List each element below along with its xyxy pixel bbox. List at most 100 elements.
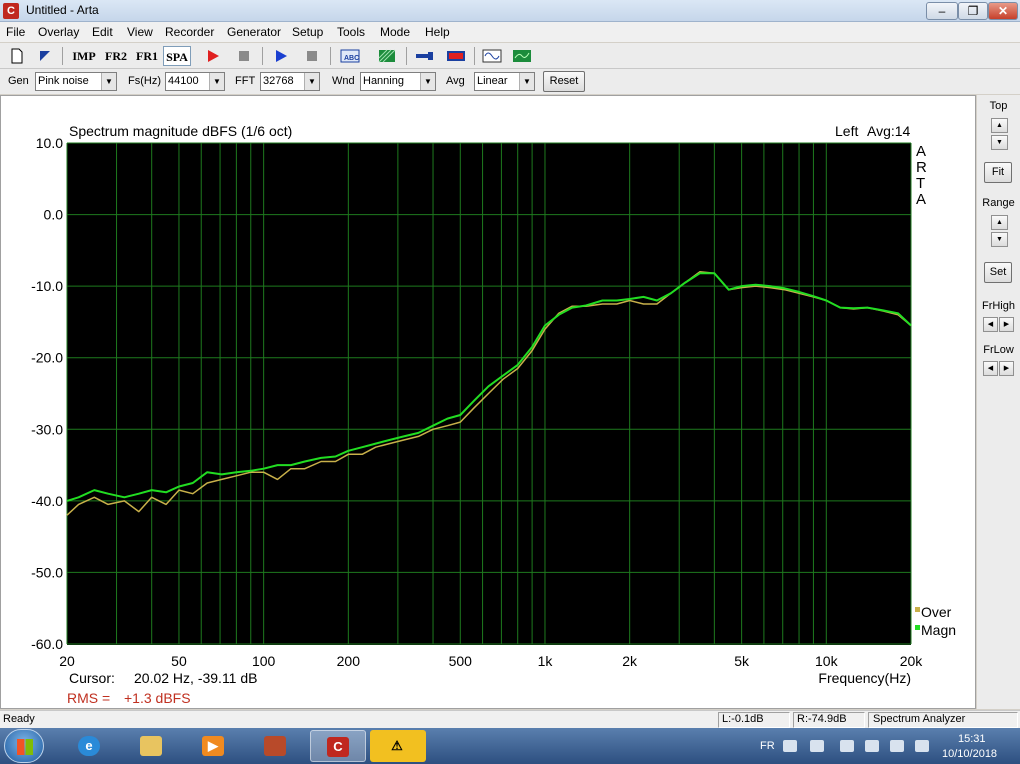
- menu-overlay[interactable]: Overlay: [38, 25, 79, 39]
- cursor-label: Cursor:: [69, 670, 115, 686]
- top-label: Top: [989, 100, 1008, 112]
- menu-edit[interactable]: Edit: [92, 25, 113, 39]
- frhigh-right-button[interactable]: ▶: [999, 317, 1014, 332]
- y-tick-label: -10.0: [31, 278, 63, 294]
- wnd-value: Hanning: [363, 75, 404, 87]
- record-icon[interactable]: [202, 46, 224, 66]
- sine-icon[interactable]: [480, 46, 504, 66]
- legend-label-magn: Magn: [921, 622, 956, 638]
- chevron-down-icon[interactable]: ▼: [101, 73, 116, 90]
- language-indicator[interactable]: FR: [760, 740, 775, 752]
- start-button[interactable]: [4, 729, 44, 763]
- hatch-icon[interactable]: [375, 46, 399, 66]
- toolbox-icon: [264, 736, 286, 756]
- media-player-icon: ▶: [202, 736, 224, 756]
- toolbar-separator: [474, 47, 475, 65]
- taskbar-tool[interactable]: [248, 730, 304, 762]
- wnd-label: Wnd: [332, 75, 355, 87]
- spectrum-chart[interactable]: 20 50 100 200 500 1k 2k 5k 10k 20k 10.0 0.0 -10.0 -2…: [1, 96, 975, 708]
- chevron-down-icon[interactable]: ▼: [420, 73, 435, 90]
- taskbar-media-player[interactable]: ▶: [186, 730, 242, 762]
- spa-mode-button[interactable]: SPA: [163, 46, 191, 66]
- clock-date[interactable]: 10/10/2018: [942, 748, 997, 760]
- taskbar-explorer[interactable]: [124, 730, 180, 762]
- watermark-a2: A: [916, 191, 926, 208]
- display-icon[interactable]: [890, 740, 904, 752]
- generator-icon[interactable]: [413, 46, 437, 66]
- keyboard-icon[interactable]: [783, 740, 797, 752]
- network-icon[interactable]: [810, 740, 824, 752]
- y-tick-label: -60.0: [31, 636, 63, 652]
- watermark-a1: A: [916, 143, 926, 160]
- level-icon[interactable]: [444, 46, 468, 66]
- arta-app-icon[interactable]: C: [3, 3, 19, 19]
- volume-icon[interactable]: [915, 740, 929, 752]
- toolbar-separator: [62, 47, 63, 65]
- x-tick-label: 50: [171, 653, 187, 669]
- x-tick-labels: 20 50 100 200 500 1k 2k 5k 10k 20k: [59, 653, 923, 669]
- meter-icon[interactable]: [510, 46, 534, 66]
- impulse-mode-button[interactable]: IMP: [70, 46, 98, 66]
- x-tick-label: 20: [59, 653, 75, 669]
- menu-generator[interactable]: Generator: [227, 25, 281, 39]
- y-tick-label: -20.0: [31, 350, 63, 366]
- rms-label: RMS =: [67, 690, 110, 706]
- chevron-down-icon[interactable]: ▼: [304, 73, 319, 90]
- fs-label: Fs(Hz): [128, 75, 161, 87]
- x-tick-label: 100: [252, 653, 276, 669]
- clock-time[interactable]: 15:31: [958, 733, 986, 745]
- menu-file[interactable]: File: [6, 25, 25, 39]
- new-file-icon[interactable]: [6, 46, 28, 66]
- set-button[interactable]: Set: [984, 262, 1012, 283]
- fft-select[interactable]: 32768 ▼: [260, 72, 320, 91]
- range-up-button[interactable]: ▲: [991, 215, 1008, 230]
- wnd-select[interactable]: Hanning ▼: [360, 72, 436, 91]
- y-tick-label: 0.0: [44, 207, 64, 223]
- menu-help[interactable]: Help: [425, 25, 450, 39]
- frhigh-left-button[interactable]: ◀: [983, 317, 998, 332]
- fs-select[interactable]: 44100 ▼: [165, 72, 225, 91]
- fr1-mode-button[interactable]: FR1: [133, 46, 161, 66]
- chevron-down-icon[interactable]: ▼: [209, 73, 224, 90]
- fr2-mode-button[interactable]: FR2: [102, 46, 130, 66]
- abc-icon[interactable]: ABC: [338, 46, 362, 66]
- watermark-r: R: [916, 159, 927, 176]
- open-icon[interactable]: [34, 46, 56, 66]
- stop-generator-icon[interactable]: [301, 46, 323, 66]
- menu-tools[interactable]: Tools: [337, 25, 365, 39]
- maximize-button[interactable]: ❐: [958, 2, 988, 20]
- frhigh-label: FrHigh: [981, 300, 1015, 312]
- taskbar-ie[interactable]: e: [62, 730, 118, 762]
- menu-setup[interactable]: Setup: [292, 25, 323, 39]
- fit-button[interactable]: Fit: [984, 162, 1012, 183]
- range-down-button[interactable]: ▼: [991, 232, 1008, 247]
- right-level: R:-74.9dB: [797, 713, 847, 725]
- menu-recorder[interactable]: Recorder: [165, 25, 214, 39]
- menu-mode[interactable]: Mode: [380, 25, 410, 39]
- chevron-down-icon[interactable]: ▼: [519, 73, 534, 90]
- flag-icon[interactable]: [840, 740, 854, 752]
- top-down-button[interactable]: ▼: [991, 135, 1008, 150]
- avg-select[interactable]: Linear ▼: [474, 72, 535, 91]
- gen-select[interactable]: Pink noise ▼: [35, 72, 117, 91]
- frlow-left-button[interactable]: ◀: [983, 361, 998, 376]
- x-tick-label: 5k: [734, 653, 750, 669]
- x-tick-label: 200: [337, 653, 361, 669]
- top-up-button[interactable]: ▲: [991, 118, 1008, 133]
- taskbar-warning[interactable]: ⚠: [370, 730, 426, 762]
- watermark-t: T: [916, 175, 925, 192]
- stop-icon[interactable]: [233, 46, 255, 66]
- y-tick-label: 10.0: [36, 135, 63, 151]
- ie-icon: e: [78, 736, 100, 756]
- minimize-button[interactable]: –: [926, 2, 958, 20]
- play-icon[interactable]: [270, 46, 292, 66]
- menu-view[interactable]: View: [127, 25, 153, 39]
- left-level: L:-0.1dB: [722, 713, 764, 725]
- taskbar-arta[interactable]: C: [310, 730, 366, 762]
- frlow-right-button[interactable]: ▶: [999, 361, 1014, 376]
- reset-button[interactable]: Reset: [543, 71, 585, 92]
- security-icon[interactable]: [865, 740, 879, 752]
- x-tick-label: 2k: [622, 653, 638, 669]
- arta-icon: C: [327, 737, 349, 757]
- close-button[interactable]: ✕: [988, 2, 1018, 20]
